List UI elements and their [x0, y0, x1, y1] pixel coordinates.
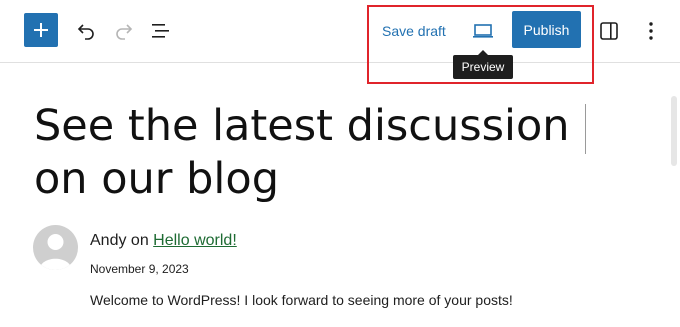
sidebar-icon [600, 22, 618, 40]
avatar [33, 225, 78, 270]
undo-icon [77, 24, 94, 40]
redo-button[interactable] [109, 16, 139, 46]
undo-button[interactable] [71, 16, 101, 46]
comment-date: November 9, 2023 [90, 262, 189, 276]
plus-icon [34, 23, 48, 37]
comment-post-link[interactable]: Hello world! [153, 232, 237, 249]
comment-text: Welcome to WordPress! I look forward to … [90, 292, 513, 308]
list-view-button[interactable] [146, 16, 176, 46]
user-silhouette-icon [39, 234, 72, 270]
options-menu-button[interactable] [636, 16, 666, 46]
settings-sidebar-button[interactable] [594, 16, 624, 46]
list-view-icon [152, 24, 169, 38]
preview-tooltip: Preview [453, 50, 513, 79]
comment-meta: Andy on Hello world! [90, 232, 237, 250]
block-inserter-button[interactable] [24, 13, 58, 47]
post-title[interactable]: See the latest discussion on our blog [34, 100, 594, 206]
text-caret [585, 104, 586, 154]
more-vertical-icon [649, 22, 653, 40]
comment-author: Andy [90, 232, 127, 249]
comment-on-text: on [130, 232, 149, 249]
redo-icon [116, 24, 133, 40]
scrollbar[interactable] [671, 96, 677, 166]
